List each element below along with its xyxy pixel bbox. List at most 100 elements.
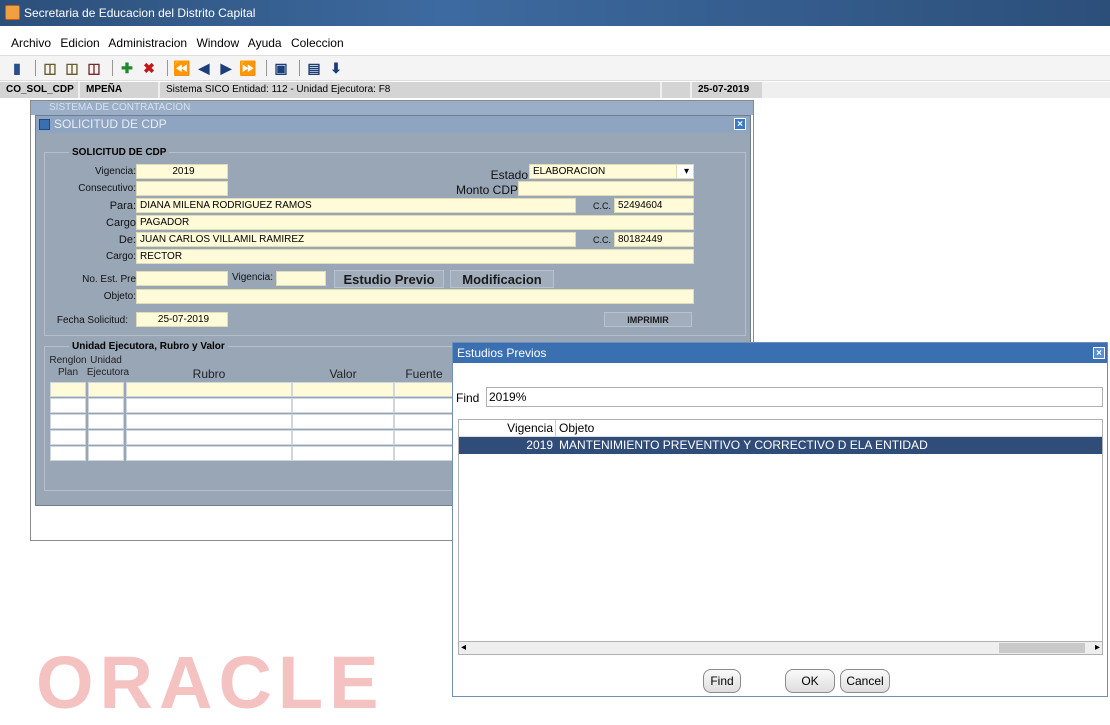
grid-cell[interactable] — [50, 446, 86, 461]
horizontal-scrollbar[interactable]: ◂ ▸ — [458, 641, 1103, 655]
consecutivo-field[interactable] — [136, 181, 228, 196]
save-icon[interactable]: ▣ — [272, 59, 290, 77]
download-icon[interactable]: ⬇ — [327, 59, 345, 77]
objeto-label: Objeto: — [103, 291, 136, 302]
next-record-icon[interactable]: ▶ — [217, 59, 235, 77]
last-record-icon[interactable]: ⏩ — [239, 59, 257, 77]
open-icon[interactable]: ◫ — [41, 59, 59, 77]
ok-button[interactable]: OK — [785, 669, 835, 693]
monto-field[interactable] — [518, 181, 694, 196]
grid-cell[interactable] — [292, 430, 394, 445]
no-est-field[interactable] — [136, 271, 228, 286]
previous-record-icon[interactable]: ◀ — [195, 59, 213, 77]
cc-label: C.C. — [593, 235, 611, 245]
de-field[interactable]: JUAN CARLOS VILLAMIL RAMIREZ — [136, 232, 576, 247]
estudio-previo-button[interactable]: Estudio Previo — [334, 270, 444, 288]
grid-cell[interactable] — [88, 414, 124, 429]
grid-cell[interactable] — [292, 398, 394, 413]
grid-cell[interactable] — [50, 398, 86, 413]
grid-cell[interactable] — [126, 414, 292, 429]
form-window-title: SOLICITUD DE CDP — [54, 117, 167, 131]
clear-icon[interactable]: ◫ — [85, 59, 103, 77]
grid-cell[interactable] — [126, 398, 292, 413]
fuente-header: Fuente — [405, 367, 443, 381]
menu-window[interactable]: Window — [196, 36, 239, 50]
vigencia-field[interactable]: 2019 — [136, 164, 228, 179]
imprimir-button[interactable]: IMPRIMIR — [604, 312, 692, 327]
cargo-para-field[interactable]: PAGADOR — [136, 215, 694, 230]
find-input[interactable]: 2019% — [486, 387, 1103, 407]
menu-archivo[interactable]: Archivo — [11, 36, 51, 50]
scroll-left-icon[interactable]: ◂ — [461, 642, 466, 653]
vigencia-label: Vigencia: — [95, 166, 136, 177]
window-icon — [39, 119, 50, 130]
grid-cell[interactable] — [88, 398, 124, 413]
delete-record-icon[interactable]: ✖ — [140, 59, 158, 77]
grid-cell[interactable] — [292, 414, 394, 429]
grid-cell[interactable] — [126, 382, 292, 397]
menu-edicion[interactable]: Edicion — [60, 36, 99, 50]
grid-cell[interactable] — [50, 414, 86, 429]
results-list[interactable]: Vigencia Objeto 2019 MANTENIMIENTO PREVE… — [458, 419, 1103, 651]
grid-cell[interactable] — [292, 382, 394, 397]
list-icon[interactable]: ▤ — [305, 59, 323, 77]
vigencia2-field[interactable] — [276, 271, 326, 286]
print-form-icon[interactable]: ◫ — [63, 59, 81, 77]
grid-cell[interactable] — [88, 382, 124, 397]
grid-cell[interactable] — [394, 414, 454, 429]
insert-record-icon[interactable]: ✚ — [118, 59, 136, 77]
grid-cell[interactable] — [88, 446, 124, 461]
section-title: Unidad Ejecutora, Rubro y Valor — [69, 341, 228, 352]
menu-ayuda[interactable]: Ayuda — [248, 36, 282, 50]
menu-administracion[interactable]: Administracion — [108, 36, 187, 50]
grid-cell[interactable] — [126, 430, 292, 445]
window-titlebar: Secretaria de Educacion del Distrito Cap… — [0, 0, 1110, 26]
close-icon[interactable]: × — [734, 118, 746, 130]
ejecutora-header: Ejecutora — [86, 367, 130, 378]
vigencia-column-header[interactable]: Vigencia — [489, 420, 553, 437]
column-divider — [555, 420, 556, 437]
dialog-titlebar: Estudios Previos — [453, 343, 1107, 363]
bg-window-title: SISTEMA DE CONTRATACION — [49, 102, 191, 113]
cancel-button[interactable]: Cancel — [840, 669, 890, 693]
plan-header: Plan — [57, 367, 78, 378]
grid-cell[interactable] — [50, 430, 86, 445]
bg-window-titlebar: SISTEMA DE CONTRATACION — [31, 101, 753, 115]
cc-de-field[interactable]: 80182449 — [614, 232, 694, 247]
objeto-field[interactable] — [136, 289, 694, 304]
window-title: Secretaria de Educacion del Distrito Cap… — [24, 6, 256, 20]
objeto-column-header[interactable]: Objeto — [559, 420, 594, 437]
scroll-thumb[interactable] — [999, 643, 1085, 653]
grid-cell[interactable] — [394, 398, 454, 413]
para-field[interactable]: DIANA MILENA RODRIGUEZ RAMOS — [136, 198, 576, 213]
scroll-right-icon[interactable]: ▸ — [1095, 642, 1100, 653]
find-button[interactable]: Find — [703, 669, 741, 693]
chevron-down-icon[interactable]: ▾ — [676, 164, 694, 179]
exit-icon[interactable]: ▮ — [8, 59, 26, 77]
user-name: MPEÑA — [80, 82, 158, 98]
estudios-previos-dialog: Estudios Previos × Find 2019% Vigencia O… — [452, 342, 1108, 697]
grid-cell[interactable] — [88, 430, 124, 445]
fecha-field[interactable]: 25-07-2019 — [136, 312, 228, 327]
estado-select[interactable]: ELABORACION — [529, 164, 694, 179]
modificacion-button[interactable]: Modificacion — [450, 270, 554, 288]
cargo-de-field[interactable]: RECTOR — [136, 249, 694, 264]
cargo-label: Cargo — [106, 217, 136, 229]
grid-cell[interactable] — [292, 446, 394, 461]
status-row: CO_SOL_CDP MPEÑA Sistema SICO Entidad: 1… — [0, 82, 1110, 98]
grid-cell[interactable] — [394, 446, 454, 461]
grid-cell[interactable] — [126, 446, 292, 461]
list-item[interactable]: 2019 MANTENIMIENTO PREVENTIVO Y CORRECTI… — [459, 437, 1102, 454]
menu-coleccion[interactable]: Coleccion — [291, 36, 344, 50]
de-label: De: — [118, 234, 136, 246]
first-record-icon[interactable]: ⏪ — [173, 59, 191, 77]
renglon-header: Renglon — [49, 355, 87, 366]
cc-para-field[interactable]: 52494604 — [614, 198, 694, 213]
grid-cell[interactable] — [50, 382, 86, 397]
close-icon[interactable]: × — [1093, 347, 1105, 359]
grid-cell[interactable] — [394, 430, 454, 445]
estado-label: Estado — [490, 168, 528, 182]
system-info: Sistema SICO Entidad: 112 - Unidad Ejecu… — [160, 82, 660, 98]
grid-cell[interactable] — [394, 382, 454, 397]
vigencia2-label: Vigencia: — [232, 272, 273, 283]
